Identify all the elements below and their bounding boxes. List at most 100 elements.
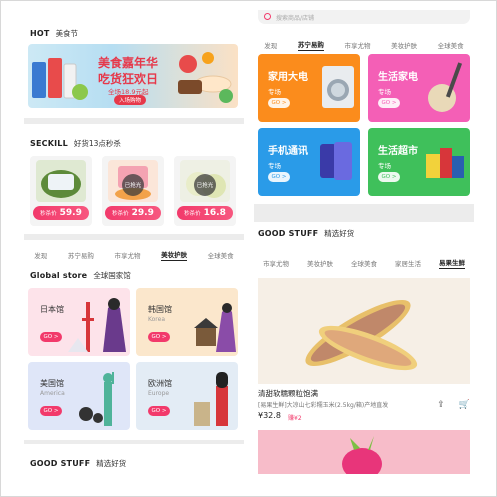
category-tabs: 发现 苏宁易购 市享尤物 美妆护肤 全球美食 [24, 246, 244, 264]
good-stuff-title-en: GOOD STUFF [258, 229, 319, 238]
seckill-title-cn: 好货13点秒杀 [73, 139, 121, 148]
category-title: 生活超市 [378, 146, 418, 157]
add-to-cart-icon[interactable]: 🛒 [459, 400, 470, 410]
seckill-price-tag: 秒杀价 16.8 [177, 206, 233, 220]
price-value: 16.8 [203, 208, 226, 218]
product-name[interactable]: 清甜软糯颗粒饱满 [258, 388, 318, 399]
tab-suning[interactable]: 苏宁易购 [68, 250, 94, 260]
go-button[interactable]: GO > [268, 98, 290, 108]
category-tabs: 发现 苏宁易购 市享尤物 美妆护肤 全球美食 [254, 36, 474, 54]
banner-headline: 美食嘉年华 [98, 56, 159, 70]
category-subtitle: 专场 [268, 162, 281, 170]
go-button[interactable]: GO > [40, 406, 62, 416]
price-label: 秒杀价 [184, 211, 201, 217]
price-value: 59.9 [59, 208, 82, 218]
go-button[interactable]: GO > [40, 332, 62, 342]
hot-title-cn: 美食节 [55, 29, 79, 38]
seckill-item[interactable]: 已抢光 秒杀价 29.9 [102, 156, 164, 226]
go-button[interactable]: GO > [268, 172, 290, 182]
good-stuff-title-cn: 精选好货 [96, 459, 127, 468]
country-name: 日本馆 [40, 305, 64, 314]
good-stuff-title: GOOD STUFF 精选好货 [30, 458, 126, 469]
tab-shixiang[interactable]: 市享尤物 [114, 250, 140, 260]
product-actions: ⇪ 🛒 [437, 400, 470, 410]
country-name-en: Korea [148, 316, 166, 323]
go-button[interactable]: GO > [378, 98, 400, 108]
seckill-price-tag: 秒杀价 29.9 [105, 206, 161, 220]
tab-beauty[interactable]: 美妆护肤 [161, 249, 188, 261]
search-placeholder: 搜索商品/店铺 [276, 14, 315, 22]
product-price: ¥32.8 [258, 411, 281, 420]
sold-out-badge: 已抢光 [122, 174, 144, 196]
product-earn: 赚¥2 [288, 415, 302, 422]
price-label: 秒杀价 [112, 211, 129, 217]
tab-beauty[interactable]: 美妆护肤 [307, 258, 333, 268]
price-label: 秒杀价 [40, 211, 57, 217]
category-home-appliance[interactable]: 家用大电 专场 GO > [258, 54, 360, 122]
country-america[interactable]: 美国馆 America GO > [28, 362, 130, 430]
tab-discover[interactable]: 发现 [264, 40, 277, 50]
tab-discover[interactable]: 发现 [34, 250, 47, 260]
japan-illustration [68, 298, 126, 352]
category-title: 家用大电 [268, 72, 308, 83]
tab-home-living[interactable]: 家居生活 [395, 258, 421, 268]
go-button[interactable]: GO > [148, 332, 170, 342]
category-mobile[interactable]: 手机通讯 专场 GO > [258, 128, 360, 196]
corn-illustration [305, 299, 418, 371]
good-stuff-title-cn: 精选好货 [324, 229, 355, 238]
category-title: 生活家电 [378, 72, 418, 83]
tab-shixiang[interactable]: 市享尤物 [344, 40, 370, 50]
country-name-en: America [40, 390, 65, 397]
category-subtitle: 专场 [378, 162, 391, 170]
hot-title: HOT 美食节 [30, 28, 78, 39]
good-stuff-title: GOOD STUFF 精选好货 [258, 228, 354, 239]
banner-enter-button[interactable]: 入场购物 [114, 95, 147, 105]
tab-global-food[interactable]: 全球美食 [351, 258, 377, 268]
global-store-title: Global store 全球国家馆 [30, 270, 131, 281]
sold-out-badge: 已抢光 [194, 174, 216, 196]
category-supermarket[interactable]: 生活超市 专场 GO > [368, 128, 470, 196]
tab-suning[interactable]: 苏宁易购 [297, 39, 324, 51]
global-title-cn: 全球国家馆 [93, 271, 131, 280]
country-europe[interactable]: 欧洲馆 Europe GO > [136, 362, 238, 430]
price-value: 29.9 [131, 208, 154, 218]
product-image [36, 160, 86, 202]
banner-subheadline: 吃货狂欢日 [98, 72, 159, 86]
seckill-item[interactable]: 已抢光 秒杀价 16.8 [174, 156, 236, 226]
tab-global-food[interactable]: 全球美食 [208, 250, 234, 260]
good-stuff-title-en: GOOD STUFF [30, 459, 91, 468]
seckill-section: SECKILL 好货13点秒杀 秒杀价 59.9 已抢光 秒杀价 29.9 已抢… [24, 124, 244, 234]
share-icon[interactable]: ⇪ [437, 400, 445, 410]
tab-beauty[interactable]: 美妆护肤 [391, 40, 417, 50]
country-name: 韩国馆 [148, 305, 172, 314]
tab-shixiang[interactable]: 市享尤物 [263, 258, 289, 268]
hot-section: HOT 美食节 美食嘉年华 吃货狂欢日 全场18.9元起 入场购物 [24, 10, 244, 118]
country-name-en: Europe [148, 390, 170, 397]
category-subtitle: 专场 [378, 88, 391, 96]
product-image[interactable] [258, 430, 470, 474]
search-input[interactable]: 搜索商品/店铺 [258, 10, 470, 24]
country-korea[interactable]: 韩国馆 Korea GO > [136, 288, 238, 356]
category-life-appliance[interactable]: 生活家电 专场 GO > [368, 54, 470, 122]
hot-title-en: HOT [30, 29, 50, 38]
seckill-item[interactable]: 秒杀价 59.9 [30, 156, 92, 226]
country-japan[interactable]: 日本馆 GO > [28, 288, 130, 356]
category-title: 手机通讯 [268, 146, 308, 157]
tab-global-food[interactable]: 全球美食 [438, 40, 464, 50]
go-button[interactable]: GO > [148, 406, 170, 416]
tab-fresh-fruit[interactable]: 易果生鲜 [439, 257, 465, 269]
right-feed-panel: 搜索商品/店铺 发现 苏宁易购 市享尤物 美妆护肤 全球美食 家用大电 专场 G… [254, 10, 474, 474]
product-description: [易果生鲜]大凉山七彩糯玉米(2.5kg/箱)产地直发 [258, 402, 389, 409]
seckill-title-en: SECKILL [30, 139, 68, 148]
good-stuff-tabs: 市享尤物 美妆护肤 全球美食 家居生活 易果生鲜 [254, 254, 474, 272]
dragon-fruit-illustration [342, 436, 382, 474]
global-store-section: 发现 苏宁易购 市享尤物 美妆护肤 全球美食 Global store 全球国家… [24, 240, 244, 440]
seckill-price-tag: 秒杀价 59.9 [33, 206, 89, 220]
country-name: 美国馆 [40, 379, 64, 388]
food-festival-banner[interactable]: 美食嘉年华 吃货狂欢日 全场18.9元起 入场购物 [28, 44, 238, 108]
product-image[interactable] [258, 278, 470, 384]
global-title-en: Global store [30, 271, 88, 280]
section-divider [254, 204, 474, 222]
country-name: 欧洲馆 [148, 379, 172, 388]
go-button[interactable]: GO > [378, 172, 400, 182]
